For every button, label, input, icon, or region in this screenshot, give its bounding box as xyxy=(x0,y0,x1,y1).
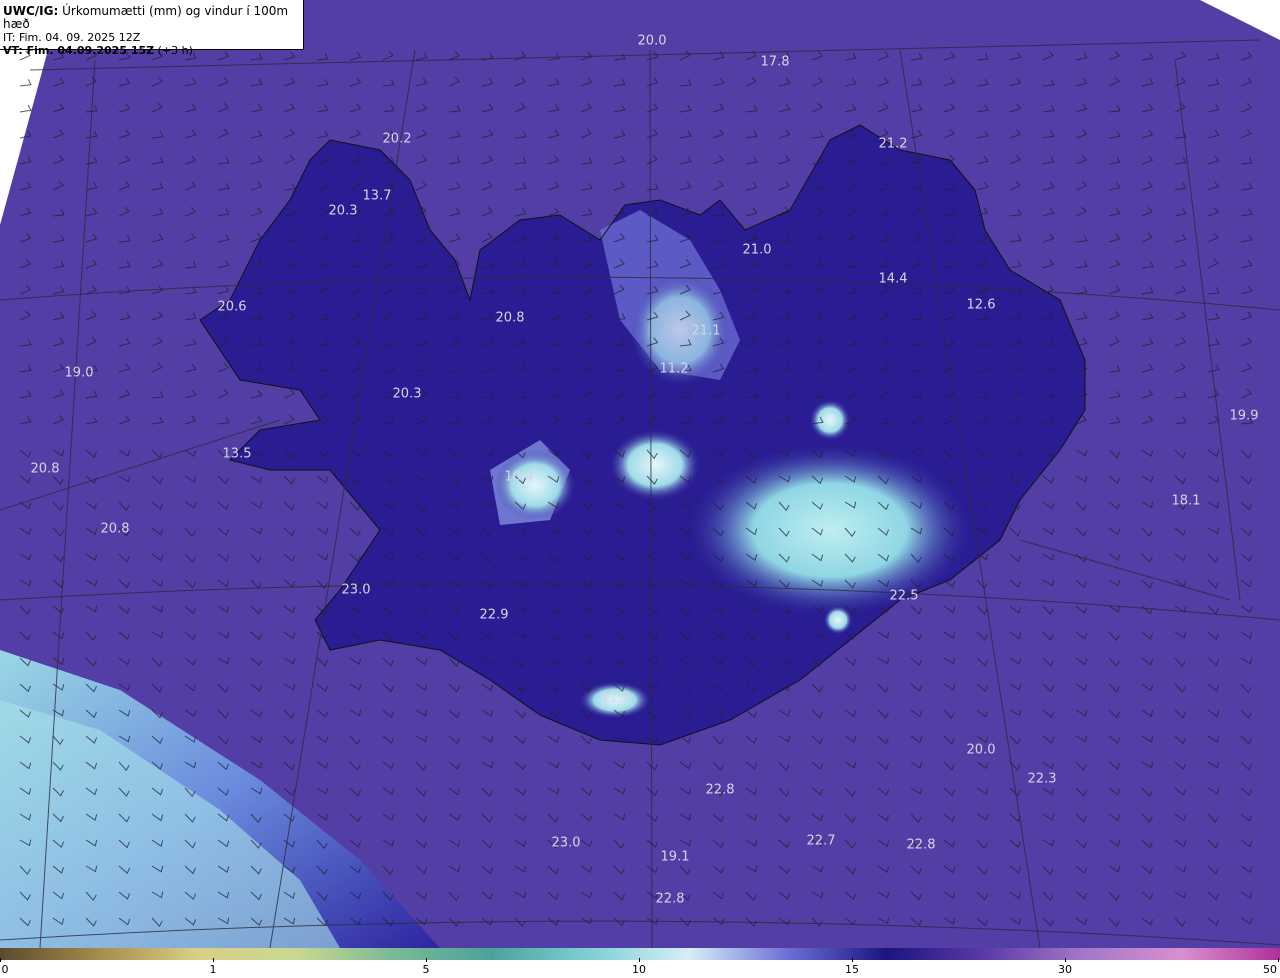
map-title-box: UWC/IG: Úrkomumætti (mm) og vindur í 100… xyxy=(0,0,304,57)
value-label: 21.0 xyxy=(742,242,772,258)
value-label: 14.4 xyxy=(878,271,908,287)
glacier-south xyxy=(824,606,852,634)
value-label: 13.7 xyxy=(362,188,392,204)
value-label: 22.3 xyxy=(1027,771,1057,787)
colorbar-tick-label: 15 xyxy=(845,963,859,976)
colorbar-tick-label: 1 xyxy=(209,963,217,976)
value-label: 19.1 xyxy=(660,849,690,865)
value-label: 20.3 xyxy=(328,203,358,219)
valid-time: VT: Fim. 04.09.2025 15Z xyxy=(3,44,155,57)
value-label: 20.0 xyxy=(966,742,996,758)
glacier-langjokull xyxy=(495,450,575,520)
value-label: 20.8 xyxy=(495,310,525,326)
value-label: 17.8 xyxy=(760,54,790,70)
valid-offset: (+3 h) xyxy=(157,44,193,57)
value-label: 21.2 xyxy=(878,136,908,152)
value-label: 22.8 xyxy=(705,782,735,798)
value-label: 13.5 xyxy=(222,446,252,462)
glacier-ice-spot xyxy=(810,400,850,440)
value-label: 20.8 xyxy=(100,521,130,537)
title-line: UWC/IG: Úrkomumætti (mm) og vindur í 100… xyxy=(3,5,303,31)
value-label: 19.9 xyxy=(1229,408,1259,424)
value-label: 10.4 xyxy=(504,469,534,485)
value-label: 22.8 xyxy=(655,891,685,907)
value-label: 20.3 xyxy=(392,386,422,402)
init-time: IT: Fim. 04. 09. 2025 12Z xyxy=(3,31,141,44)
colorbar-tick-label: 5 xyxy=(422,963,430,976)
model-name: UWC/IG: xyxy=(3,4,59,18)
value-label: 11.2 xyxy=(659,361,689,377)
precipitation-map: 20.0 17.8 20.2 21.2 13.7 20.3 21.0 14.4 … xyxy=(0,0,1280,948)
value-label: 20.0 xyxy=(637,33,667,49)
colorbar-tick-label: 30 xyxy=(1058,963,1072,976)
value-label: 22.8 xyxy=(906,837,936,853)
value-label: 20.6 xyxy=(217,299,247,315)
value-label: 22.7 xyxy=(806,833,836,849)
glacier-hofsjokull xyxy=(610,430,700,500)
colorbar-tick-label: 0 xyxy=(1,963,9,976)
value-label: 21.1 xyxy=(691,323,721,339)
value-label: 22.5 xyxy=(889,588,919,604)
colorbar xyxy=(0,948,1280,960)
value-label: 18.1 xyxy=(1171,493,1201,509)
valid-time-line: VT: Fim. 04.09.2025 15Z (+3 h) xyxy=(3,44,303,57)
value-label: 20.2 xyxy=(382,131,412,147)
value-label: 11.2 xyxy=(601,690,631,706)
value-label: 22.9 xyxy=(479,607,509,623)
value-label: 23.0 xyxy=(341,582,371,598)
value-label: 20.8 xyxy=(30,461,60,477)
value-label: 12.6 xyxy=(966,297,996,313)
colorbar-tick-label: 10 xyxy=(632,963,646,976)
value-label: 19.0 xyxy=(64,365,94,381)
colorbar-tick-label: 50 xyxy=(1263,963,1277,976)
value-label: 23.0 xyxy=(551,835,581,851)
